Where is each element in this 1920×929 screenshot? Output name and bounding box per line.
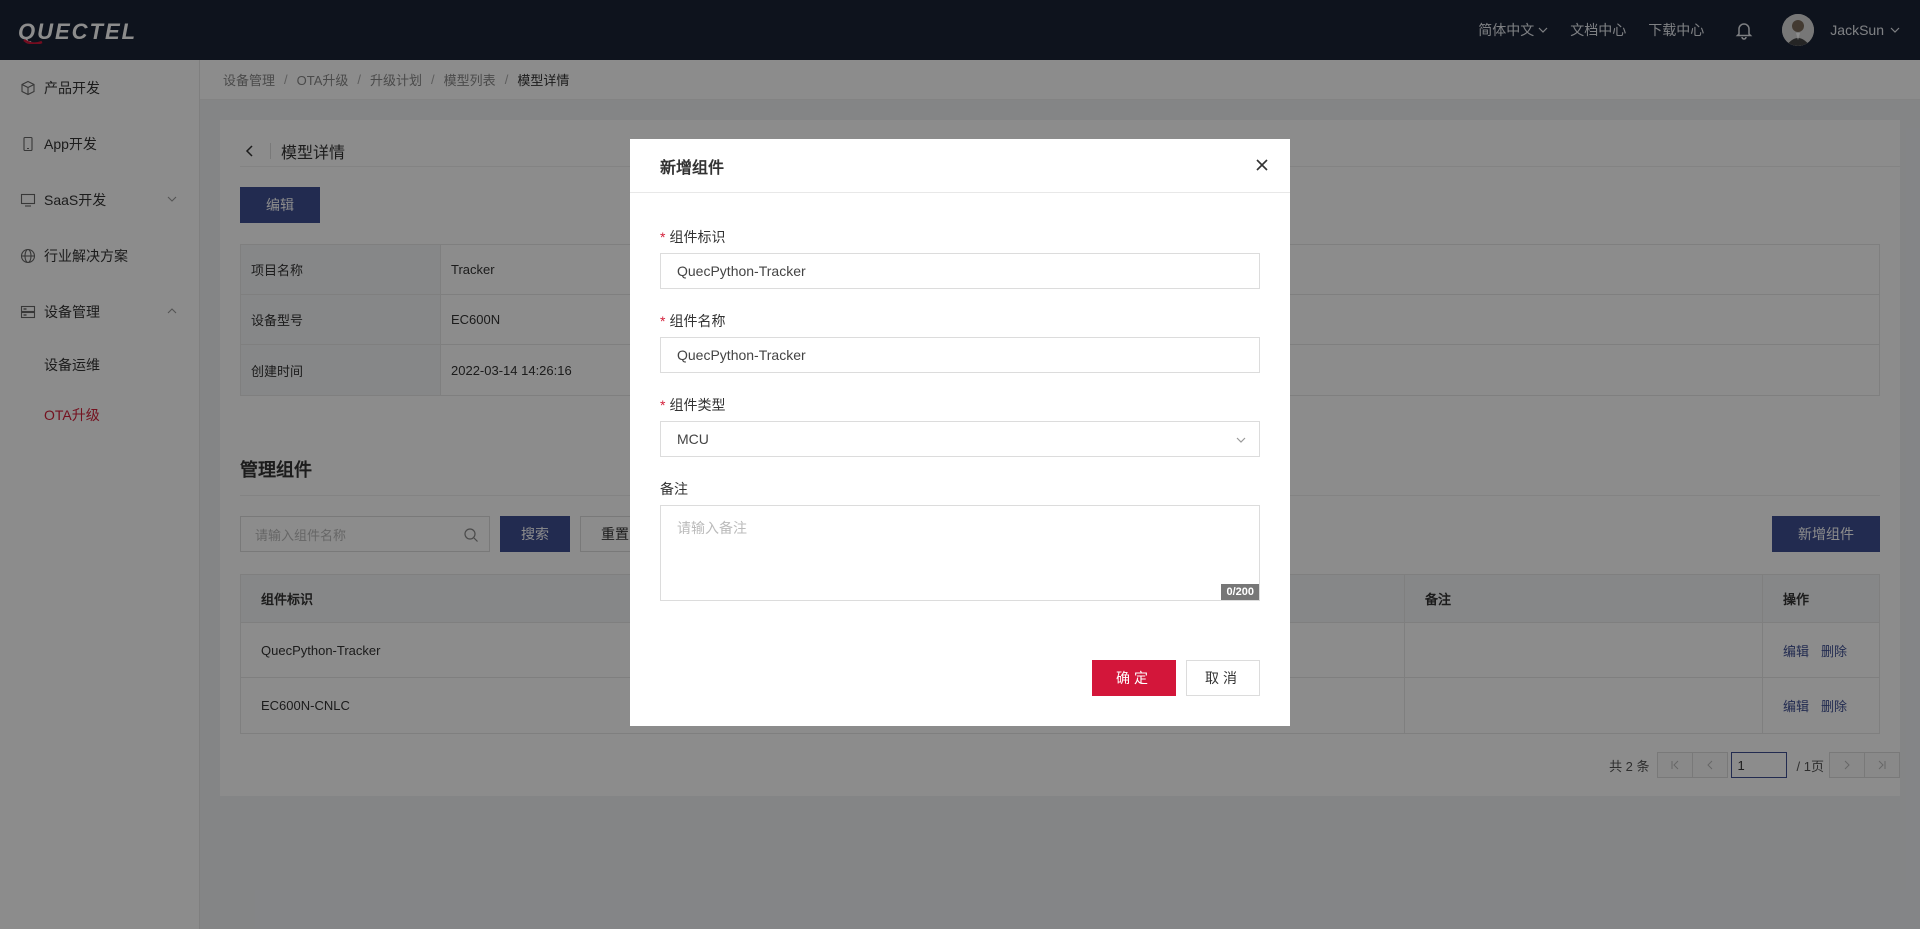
dialog-header: 新增组件 (630, 139, 1290, 193)
field-label: 组件名称 (669, 313, 726, 329)
dialog-title: 新增组件 (660, 159, 725, 177)
char-counter: 0/200 (1221, 584, 1259, 600)
required-mark: * (660, 397, 666, 413)
cancel-button[interactable]: 取消 (1186, 660, 1260, 696)
field-component-id: * 组件标识 QuecPython-Tracker (660, 227, 1260, 289)
field-label: 组件标识 (669, 229, 726, 245)
field-label-wrap: * 组件类型 (660, 395, 1260, 415)
field-component-type: * 组件类型 MCU (660, 395, 1260, 457)
field-label-wrap: * 组件标识 (660, 227, 1260, 247)
close-icon[interactable] (1254, 157, 1270, 173)
required-mark: * (660, 313, 666, 329)
field-remark: 备注 请输入备注 0/200 (660, 479, 1260, 601)
confirm-button[interactable]: 确定 (1092, 660, 1176, 696)
field-label-wrap: * 组件名称 (660, 311, 1260, 331)
component-id-input[interactable]: QuecPython-Tracker (660, 253, 1260, 289)
component-name-input[interactable]: QuecPython-Tracker (660, 337, 1260, 373)
field-label: 备注 (660, 481, 688, 497)
add-component-dialog: 新增组件 * 组件标识 QuecPython-Tracker * 组件名称 Quec… (630, 139, 1290, 726)
field-label: 组件类型 (669, 397, 726, 413)
required-mark: * (660, 229, 666, 245)
field-component-name: * 组件名称 QuecPython-Tracker (660, 311, 1260, 373)
textarea-placeholder: 请输入备注 (677, 520, 747, 536)
remark-textarea[interactable]: 请输入备注 0/200 (660, 505, 1260, 601)
component-type-select[interactable]: MCU (660, 421, 1260, 457)
select-value: MCU (677, 431, 709, 447)
chevron-down-icon (1236, 437, 1246, 443)
